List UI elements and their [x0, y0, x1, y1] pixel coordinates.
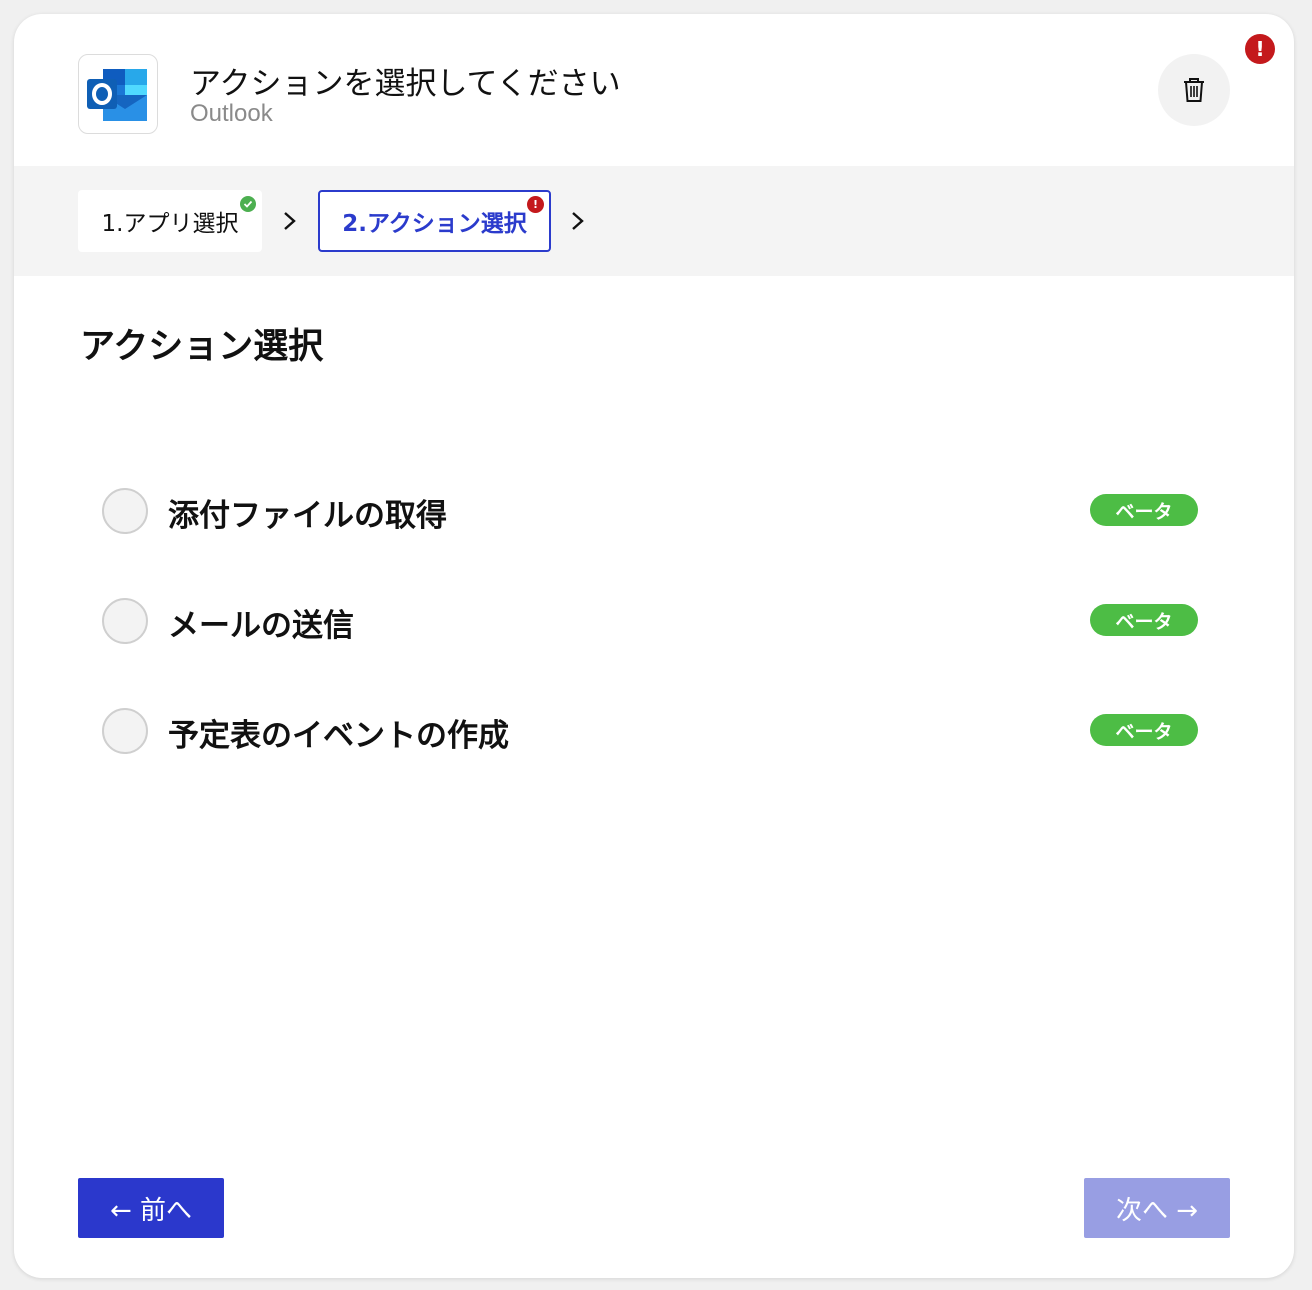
action-option[interactable]: メールの送信 ベータ: [102, 596, 1212, 644]
section-title: アクション選択: [80, 327, 324, 367]
error-indicator: !: [1245, 34, 1275, 64]
step-action-select[interactable]: 2.アクション選択: [318, 190, 551, 252]
next-button[interactable]: 次へ →: [1084, 1178, 1230, 1238]
option-label: メールの送信: [168, 608, 354, 644]
radio-button[interactable]: [102, 488, 148, 534]
prev-button[interactable]: ← 前へ: [78, 1178, 224, 1238]
card-header: アクションを選択してください Outlook !: [14, 14, 1294, 166]
outlook-logo-icon: [78, 54, 158, 134]
option-label: 予定表のイベントの作成: [168, 718, 509, 754]
delete-button[interactable]: [1158, 54, 1230, 126]
step-label: 1.アプリ選択: [101, 211, 239, 237]
step-app-select[interactable]: 1.アプリ選択: [78, 190, 262, 252]
check-icon: [240, 196, 256, 212]
steps-bar: 1.アプリ選択 2.アクション選択 !: [14, 166, 1294, 276]
step-error-badge: !: [527, 196, 544, 213]
beta-badge: ベータ: [1090, 604, 1198, 636]
radio-button[interactable]: [102, 708, 148, 754]
radio-button[interactable]: [102, 598, 148, 644]
action-option[interactable]: 添付ファイルの取得 ベータ: [102, 486, 1212, 534]
chevron-right-icon: [284, 212, 296, 230]
option-label: 添付ファイルの取得: [168, 498, 447, 534]
beta-badge: ベータ: [1090, 494, 1198, 526]
trash-icon: [1184, 78, 1204, 102]
chevron-right-icon: [572, 212, 584, 230]
action-option[interactable]: 予定表のイベントの作成 ベータ: [102, 706, 1212, 754]
app-name: Outlook: [190, 100, 273, 127]
action-select-card: アクションを選択してください Outlook ! 1.アプリ選択 2.アクション…: [14, 14, 1294, 1278]
page-title: アクションを選択してください: [190, 66, 621, 102]
beta-badge: ベータ: [1090, 714, 1198, 746]
step-label: 2.アクション選択: [342, 211, 527, 237]
